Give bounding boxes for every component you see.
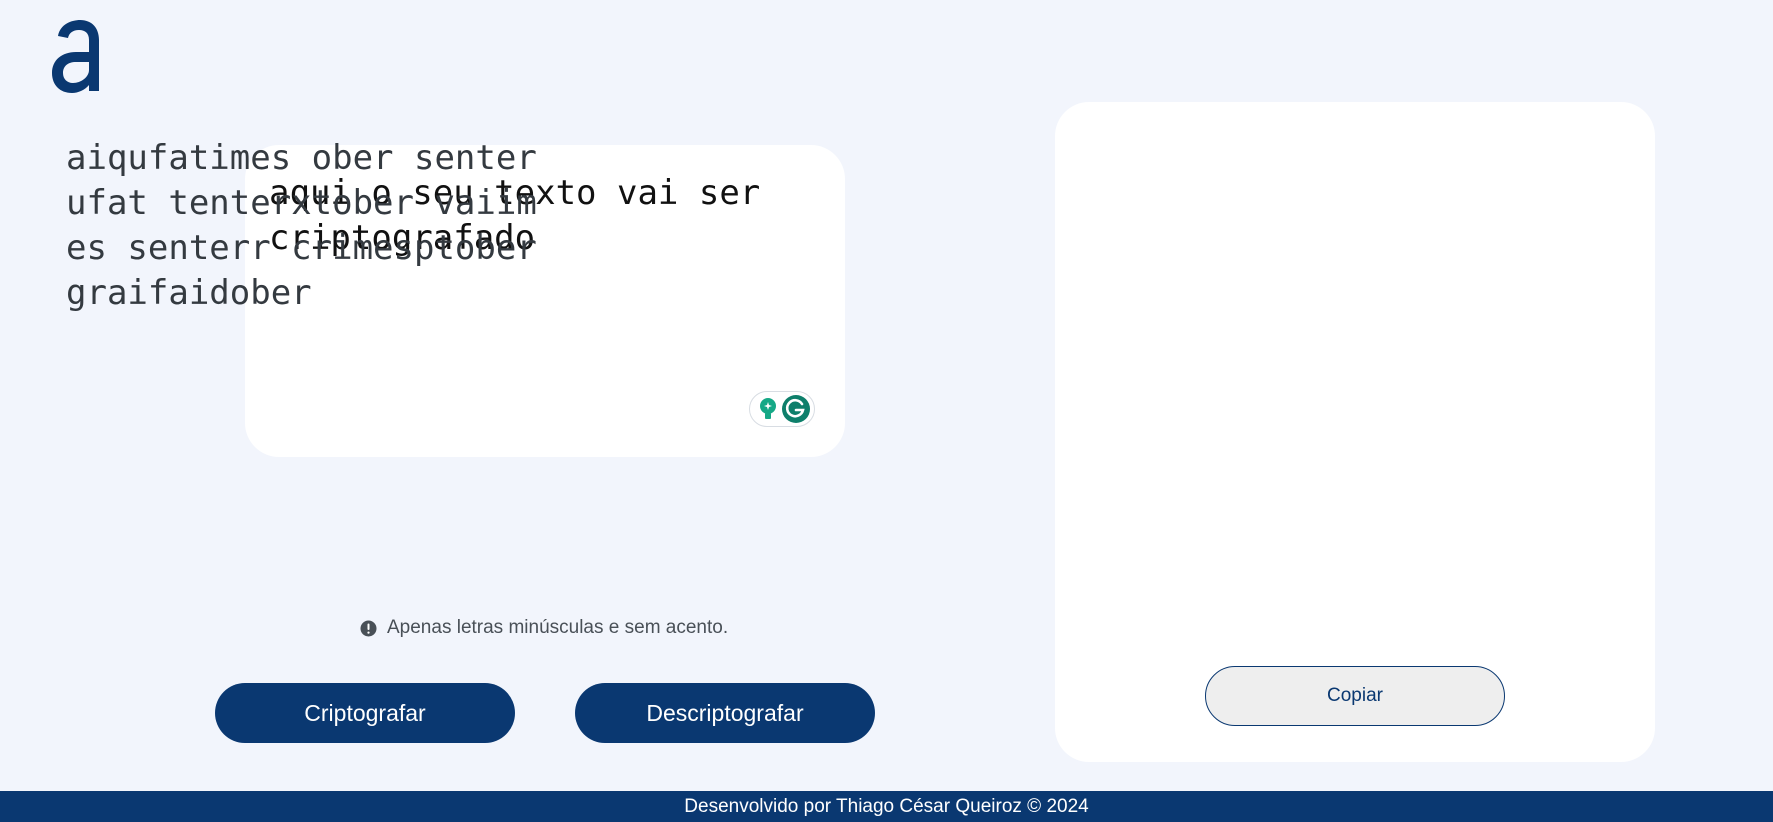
grammarly-icon[interactable] bbox=[781, 394, 811, 424]
footer-text: Desenvolvido por Thiago César Queiroz © … bbox=[684, 795, 1089, 817]
exclamation-circle-icon bbox=[360, 620, 377, 636]
output-text: aiqufatimes ober senterufat tenterxtober… bbox=[66, 138, 537, 313]
warning-text: Apenas letras minúsculas e sem acento. bbox=[387, 617, 729, 638]
copy-button[interactable]: Copiar bbox=[1205, 666, 1505, 726]
alura-logo-icon[interactable] bbox=[50, 18, 102, 94]
footer: Desenvolvido por Thiago César Queiroz © … bbox=[0, 791, 1773, 822]
page: aqui o seu texto vai ser criptografado A… bbox=[0, 0, 1773, 822]
warning-message: Apenas letras minúsculas e sem acento. bbox=[360, 617, 728, 639]
output-panel bbox=[1055, 102, 1655, 762]
grammarly-widget[interactable] bbox=[749, 391, 815, 427]
decrypt-button[interactable]: Descriptografar bbox=[575, 683, 875, 743]
encrypt-button[interactable]: Criptografar bbox=[215, 683, 515, 743]
lightbulb-icon[interactable] bbox=[756, 396, 780, 422]
